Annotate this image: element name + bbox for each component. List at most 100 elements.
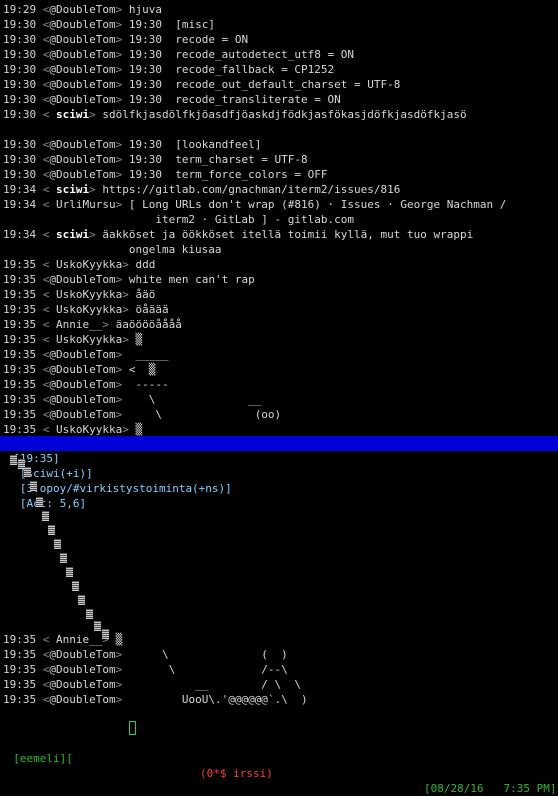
- message-text: åäö: [135, 288, 156, 301]
- chat-line: 19:35 < UskoKyykka> öåäää: [3, 303, 169, 316]
- chat-line: 19:35 <@DoubleTom> UooU\.'@@@@@@`.\ ): [3, 693, 308, 706]
- nick[interactable]: sciwi: [49, 183, 89, 196]
- glitch-block: [66, 567, 73, 577]
- message-text: 19:30 term_force_colors = OFF: [128, 168, 328, 181]
- nick[interactable]: @DoubleTom: [49, 378, 115, 391]
- nick[interactable]: UskoKyykka: [49, 303, 122, 316]
- nick[interactable]: @DoubleTom: [49, 678, 115, 691]
- nick[interactable]: @DoubleTom: [49, 273, 115, 286]
- timestamp: 19:30: [3, 78, 37, 91]
- timestamp: 19:35: [3, 273, 37, 286]
- chat-line: 19:30 < sciwi> sdölfkjasdölfkjöasdfjöask…: [3, 108, 467, 121]
- timestamp: 19:35: [3, 348, 37, 361]
- input-cursor[interactable]: [129, 721, 136, 735]
- glitch-block: [54, 539, 61, 549]
- message-text: hjuva: [128, 3, 162, 16]
- nick[interactable]: Annie__: [49, 318, 102, 331]
- chat-line: 19:30 <@DoubleTom> 19:30 recode_fallback…: [3, 63, 335, 76]
- timestamp: 19:34: [3, 183, 37, 196]
- nick[interactable]: @DoubleTom: [49, 33, 115, 46]
- glitch-block: [24, 467, 31, 477]
- timestamp: 19:35: [3, 633, 37, 646]
- chat-line: ongelma kiusaa: [3, 242, 222, 257]
- message-text: < ▒: [128, 363, 156, 376]
- message-text: ddd: [135, 258, 156, 271]
- message-text: white men can't rap: [128, 273, 255, 286]
- nick[interactable]: @DoubleTom: [49, 3, 115, 16]
- timestamp: 19:30: [3, 153, 37, 166]
- nick[interactable]: @DoubleTom: [49, 348, 115, 361]
- chat-line: 19:30 <@DoubleTom> 19:30 term_force_colo…: [3, 168, 328, 181]
- nick[interactable]: UskoKyykka: [49, 333, 122, 346]
- timestamp: 19:30: [3, 93, 37, 106]
- nick[interactable]: @DoubleTom: [49, 153, 115, 166]
- nick[interactable]: @DoubleTom: [49, 63, 115, 76]
- message-text: ongelma kiusaa: [3, 243, 222, 256]
- chat-line: 19:35 <@DoubleTom> \ /--\: [3, 663, 288, 676]
- nick[interactable]: Annie__: [49, 633, 102, 646]
- message-text: ▒: [115, 633, 123, 646]
- nick[interactable]: @DoubleTom: [49, 78, 115, 91]
- message-text: 19:30 [misc]: [128, 18, 215, 31]
- nick[interactable]: @DoubleTom: [49, 93, 115, 106]
- chat-line: iterm2 · GitLab ] - gitlab.com: [3, 212, 354, 227]
- nick[interactable]: @DoubleTom: [49, 48, 115, 61]
- nick[interactable]: UskoKyykka: [49, 288, 122, 301]
- timestamp: 19:30: [3, 168, 37, 181]
- nick[interactable]: sciwi: [49, 108, 89, 121]
- glitch-block: [78, 595, 85, 605]
- tmux-session[interactable]: [eemeli][: [13, 752, 73, 765]
- timestamp: 19:30: [3, 108, 37, 121]
- chat-line: 19:35 <@DoubleTom> _____: [3, 348, 169, 361]
- nick[interactable]: UskoKyykka: [49, 423, 122, 436]
- timestamp: 19:34: [3, 198, 37, 211]
- message-text: 19:30 recode_transliterate = ON: [128, 93, 341, 106]
- timestamp: 19:35: [3, 408, 37, 421]
- timestamp: 19:35: [3, 363, 37, 376]
- message-text: \ (oo): [128, 408, 282, 421]
- timestamp: 19:35: [3, 288, 37, 301]
- nick[interactable]: @DoubleTom: [49, 648, 115, 661]
- message-text: 19:30 recode_autodetect_utf8 = ON: [128, 48, 355, 61]
- timestamp: 19:35: [3, 378, 37, 391]
- message-text: öåäää: [135, 303, 169, 316]
- timestamp: 19:35: [3, 393, 37, 406]
- nick[interactable]: @DoubleTom: [49, 138, 115, 151]
- nick[interactable]: UrliMursu: [49, 198, 116, 211]
- timestamp: 19:35: [3, 648, 37, 661]
- glitch-block: [86, 609, 93, 619]
- chat-line: 19:35 < UskoKyykka> ddd: [3, 258, 156, 271]
- nick[interactable]: @DoubleTom: [49, 693, 115, 706]
- chat-line: 19:30 <@DoubleTom> 19:30 term_charset = …: [3, 153, 308, 166]
- nick[interactable]: @DoubleTom: [49, 663, 115, 676]
- glitch-block: [102, 629, 109, 639]
- timestamp: 19:30: [3, 63, 37, 76]
- nick[interactable]: sciwi: [49, 228, 89, 241]
- timestamp: 19:35: [3, 258, 37, 271]
- chat-line: 19:34 < UrliMursu> [ Long URLs don't wra…: [3, 198, 507, 211]
- chat-line: 19:30 <@DoubleTom> 19:30 recode_translit…: [3, 93, 341, 106]
- nick[interactable]: @DoubleTom: [49, 168, 115, 181]
- nick[interactable]: @DoubleTom: [49, 393, 115, 406]
- glitch-block: [10, 455, 17, 465]
- message-text: https://gitlab.com/gnachman/iterm2/issue…: [102, 183, 401, 196]
- timestamp: 19:29: [3, 3, 37, 16]
- timestamp: 19:35: [3, 333, 37, 346]
- glitch-block: [42, 511, 49, 521]
- chat-lower-pane: 19:35 < Annie__> ▒ 19:35 <@DoubleTom> \ (…: [0, 451, 558, 735]
- message-text: \ /--\: [128, 663, 288, 676]
- chat-line: 19:35 <@DoubleTom> __ / \ \: [3, 678, 302, 691]
- chat-line: 19:35 <@DoubleTom> white men can't rap: [3, 273, 255, 286]
- message-text: UooU\.'@@@@@@`.\ ): [128, 693, 308, 706]
- nick[interactable]: UskoKyykka: [49, 258, 122, 271]
- nick[interactable]: @DoubleTom: [49, 408, 115, 421]
- chat-line: 19:30 <@DoubleTom> 19:30 recode = ON: [3, 33, 249, 46]
- glitch-block: [60, 553, 67, 563]
- message-text: ▒: [135, 333, 143, 346]
- nick[interactable]: @DoubleTom: [49, 363, 115, 376]
- timestamp: 19:34: [3, 228, 37, 241]
- tmux-window-irssi[interactable]: (0*$ irssi): [200, 766, 273, 781]
- message-text: \ __: [128, 393, 262, 406]
- nick[interactable]: @DoubleTom: [49, 18, 115, 31]
- message-text: __ / \ \: [128, 678, 302, 691]
